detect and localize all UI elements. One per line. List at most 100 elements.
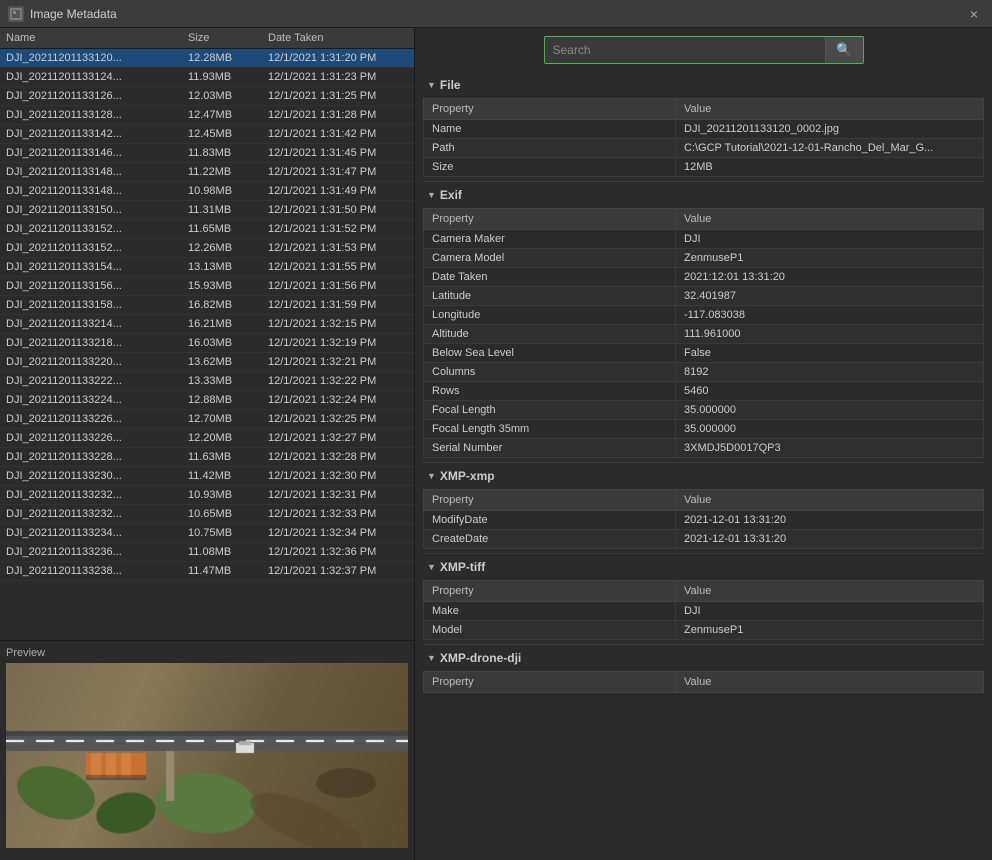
file-row[interactable]: DJI_20211201133232... 10.65MB 12/1/2021 …: [0, 505, 414, 524]
xmpdrone-chevron-icon: ▼: [427, 653, 436, 663]
file-row[interactable]: DJI_20211201133222... 13.33MB 12/1/2021 …: [0, 372, 414, 391]
file-row[interactable]: DJI_20211201133228... 11.63MB 12/1/2021 …: [0, 448, 414, 467]
file-row[interactable]: DJI_20211201133152... 11.65MB 12/1/2021 …: [0, 220, 414, 239]
file-row[interactable]: DJI_20211201133142... 12.45MB 12/1/2021 …: [0, 125, 414, 144]
file-date: 12/1/2021 1:32:27 PM: [268, 432, 408, 444]
file-row[interactable]: DJI_20211201133154... 13.13MB 12/1/2021 …: [0, 258, 414, 277]
file-row[interactable]: DJI_20211201133238... 11.47MB 12/1/2021 …: [0, 562, 414, 581]
file-row[interactable]: DJI_20211201133120... 12.28MB 12/1/2021 …: [0, 49, 414, 68]
file-date: 12/1/2021 1:32:30 PM: [268, 470, 408, 482]
file-name: DJI_20211201133232...: [6, 489, 188, 501]
table-row: ModifyDate 2021-12-01 13:31:20: [424, 511, 984, 530]
file-row[interactable]: DJI_20211201133226... 12.70MB 12/1/2021 …: [0, 410, 414, 429]
prop-cell: Path: [424, 139, 676, 158]
section-xmpdrone-header[interactable]: ▼ XMP-drone-dji: [423, 644, 984, 671]
file-row[interactable]: DJI_20211201133128... 12.47MB 12/1/2021 …: [0, 106, 414, 125]
file-name: DJI_20211201133146...: [6, 147, 188, 159]
preview-canvas: [6, 663, 408, 848]
file-size: 11.93MB: [188, 71, 268, 83]
file-name: DJI_20211201133228...: [6, 451, 188, 463]
file-size: 16.21MB: [188, 318, 268, 330]
val-cell: 2021:12:01 13:31:20: [676, 268, 984, 287]
file-name: DJI_20211201133124...: [6, 71, 188, 83]
file-date: 12/1/2021 1:31:59 PM: [268, 299, 408, 311]
file-row[interactable]: DJI_20211201133218... 16.03MB 12/1/2021 …: [0, 334, 414, 353]
file-date: 12/1/2021 1:31:25 PM: [268, 90, 408, 102]
file-name: DJI_20211201133154...: [6, 261, 188, 273]
file-row[interactable]: DJI_20211201133230... 11.42MB 12/1/2021 …: [0, 467, 414, 486]
table-row: Focal Length 35mm 35.000000: [424, 420, 984, 439]
file-row[interactable]: DJI_20211201133226... 12.20MB 12/1/2021 …: [0, 429, 414, 448]
file-row[interactable]: DJI_20211201133232... 10.93MB 12/1/2021 …: [0, 486, 414, 505]
table-row: Longitude -117.083038: [424, 306, 984, 325]
file-row[interactable]: DJI_20211201133214... 16.21MB 12/1/2021 …: [0, 315, 414, 334]
section-exif-header[interactable]: ▼ Exif: [423, 181, 984, 208]
file-row[interactable]: DJI_20211201133126... 12.03MB 12/1/2021 …: [0, 87, 414, 106]
search-button[interactable]: 🔍: [825, 37, 862, 63]
prop-cell: Focal Length: [424, 401, 676, 420]
file-date: 12/1/2021 1:31:53 PM: [268, 242, 408, 254]
file-table: Property Value Name DJI_20211201133120_0…: [423, 98, 984, 177]
val-cell: DJI: [676, 230, 984, 249]
file-size: 11.42MB: [188, 470, 268, 482]
section-xmpxmp-header[interactable]: ▼ XMP-xmp: [423, 462, 984, 489]
file-row[interactable]: DJI_20211201133146... 11.83MB 12/1/2021 …: [0, 144, 414, 163]
preview-section: Preview: [0, 640, 414, 860]
search-input[interactable]: [545, 38, 826, 62]
file-date: 12/1/2021 1:32:33 PM: [268, 508, 408, 520]
file-size: 11.65MB: [188, 223, 268, 235]
metadata-scroll[interactable]: ▼ File Property Value Name DJI_202112011…: [415, 72, 992, 860]
file-list-scroll[interactable]: DJI_20211201133120... 12.28MB 12/1/2021 …: [0, 49, 414, 640]
xmptiff-prop-header: Property: [424, 581, 676, 602]
preview-label: Preview: [6, 647, 408, 659]
file-row[interactable]: DJI_20211201133158... 16.82MB 12/1/2021 …: [0, 296, 414, 315]
file-row[interactable]: DJI_20211201133220... 13.62MB 12/1/2021 …: [0, 353, 414, 372]
xmpxmp-table: Property Value ModifyDate 2021-12-01 13:…: [423, 489, 984, 549]
file-date: 12/1/2021 1:31:23 PM: [268, 71, 408, 83]
file-row[interactable]: DJI_20211201133156... 15.93MB 12/1/2021 …: [0, 277, 414, 296]
section-xmptiff-header[interactable]: ▼ XMP-tiff: [423, 553, 984, 580]
section-xmpxmp-label: XMP-xmp: [440, 469, 495, 483]
table-row: Focal Length 35.000000: [424, 401, 984, 420]
file-row[interactable]: DJI_20211201133148... 11.22MB 12/1/2021 …: [0, 163, 414, 182]
file-row[interactable]: DJI_20211201133150... 11.31MB 12/1/2021 …: [0, 201, 414, 220]
file-row[interactable]: DJI_20211201133148... 10.98MB 12/1/2021 …: [0, 182, 414, 201]
file-date: 12/1/2021 1:32:19 PM: [268, 337, 408, 349]
val-cell: 35.000000: [676, 401, 984, 420]
section-file-label: File: [440, 78, 461, 92]
file-date: 12/1/2021 1:31:52 PM: [268, 223, 408, 235]
title-bar: Image Metadata ×: [0, 0, 992, 28]
close-button[interactable]: ×: [964, 4, 984, 24]
file-size: 16.82MB: [188, 299, 268, 311]
file-date: 12/1/2021 1:31:20 PM: [268, 52, 408, 64]
file-row[interactable]: DJI_20211201133224... 12.88MB 12/1/2021 …: [0, 391, 414, 410]
section-exif-label: Exif: [440, 188, 462, 202]
file-date: 12/1/2021 1:31:55 PM: [268, 261, 408, 273]
table-row: Size 12MB: [424, 158, 984, 177]
file-row[interactable]: DJI_20211201133236... 11.08MB 12/1/2021 …: [0, 543, 414, 562]
file-size: 13.13MB: [188, 261, 268, 273]
file-list-header: Name Size Date Taken: [0, 28, 414, 49]
file-size: 11.83MB: [188, 147, 268, 159]
file-row[interactable]: DJI_20211201133152... 12.26MB 12/1/2021 …: [0, 239, 414, 258]
table-row: Model ZenmuseP1: [424, 621, 984, 640]
file-name: DJI_20211201133152...: [6, 242, 188, 254]
file-size: 12.88MB: [188, 394, 268, 406]
prop-cell: Rows: [424, 382, 676, 401]
val-cell: 32.401987: [676, 287, 984, 306]
file-date: 12/1/2021 1:31:56 PM: [268, 280, 408, 292]
file-name: DJI_20211201133238...: [6, 565, 188, 577]
file-row[interactable]: DJI_20211201133124... 11.93MB 12/1/2021 …: [0, 68, 414, 87]
file-date: 12/1/2021 1:32:34 PM: [268, 527, 408, 539]
prop-cell: Name: [424, 120, 676, 139]
xmptiff-val-header: Value: [676, 581, 984, 602]
file-row[interactable]: DJI_20211201133234... 10.75MB 12/1/2021 …: [0, 524, 414, 543]
section-file-header[interactable]: ▼ File: [423, 72, 984, 98]
val-cell: 35.000000: [676, 420, 984, 439]
file-name: DJI_20211201133150...: [6, 204, 188, 216]
val-cell: -117.083038: [676, 306, 984, 325]
file-name: DJI_20211201133214...: [6, 318, 188, 330]
section-xmptiff-label: XMP-tiff: [440, 560, 485, 574]
file-name: DJI_20211201133232...: [6, 508, 188, 520]
file-name: DJI_20211201133148...: [6, 185, 188, 197]
